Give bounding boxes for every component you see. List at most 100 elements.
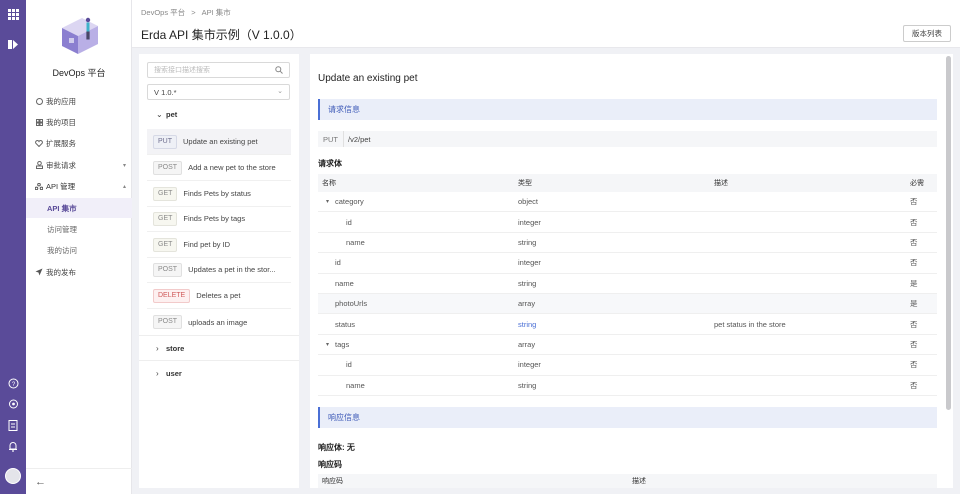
- path-text: /v2/pet: [348, 134, 371, 144]
- version-select[interactable]: V 1.0.* ⌄: [147, 84, 290, 100]
- api-item[interactable]: GET Find pet by ID: [147, 232, 291, 258]
- sidebar-item-my-releases[interactable]: 我的发布: [26, 262, 132, 282]
- field-name: name: [346, 237, 365, 247]
- sidebar-item-label: 访问管理: [47, 224, 77, 234]
- field-required: 否: [910, 197, 918, 207]
- response-section-header: 响应信息: [318, 407, 937, 428]
- sidebar-item-my-projects[interactable]: 我的项目: [26, 112, 132, 132]
- icon-rail: ?: [0, 0, 26, 494]
- expand-toggle-icon[interactable]: ▾: [326, 341, 329, 348]
- table-row: id integer 否: [318, 253, 937, 274]
- search-icon: [275, 66, 283, 76]
- sidebar-item-label: API 管理: [46, 181, 76, 191]
- column-header: 描述: [632, 478, 646, 485]
- field-required: 否: [910, 360, 918, 370]
- api-icon: [35, 182, 43, 190]
- method-badge: GET: [153, 186, 178, 201]
- collapse-sidebar-button[interactable]: ←: [26, 468, 132, 494]
- table-row: id integer 否: [318, 355, 937, 376]
- field-type: string: [518, 380, 537, 390]
- breadcrumb-item[interactable]: DevOps 平台: [141, 8, 185, 17]
- sidebar: DevOps 平台 我的应用 我的项目 扩展服务 审批请求 ▾ API 管理 ▴…: [26, 0, 132, 494]
- sidebar-item-extension-services[interactable]: 扩展服务: [26, 133, 132, 153]
- help-icon[interactable]: ?: [6, 376, 20, 390]
- sidebar-item-api-management[interactable]: API 管理 ▴: [26, 176, 132, 196]
- sidebar-subitem-access-management[interactable]: 访问管理: [26, 219, 132, 239]
- breadcrumb: DevOps 平台 > API 集市: [141, 7, 231, 18]
- method-badge: DELETE: [153, 288, 191, 303]
- api-desc: Find pet by ID: [183, 240, 231, 249]
- platform-title: DevOps 平台: [52, 68, 106, 78]
- sidebar-subitem-api-market[interactable]: API 集市: [26, 198, 132, 218]
- chevron-right-icon: ›: [156, 343, 159, 353]
- table-header: 名称 类型 描述 必需: [318, 174, 937, 192]
- version-list-button[interactable]: 版本列表: [903, 25, 951, 42]
- column-header: 类型: [518, 180, 532, 187]
- chevron-down-icon: ▾: [122, 162, 126, 169]
- arrow-left-icon: ←: [35, 475, 46, 488]
- svg-text:?: ?: [11, 382, 15, 388]
- field-required: 是: [910, 299, 918, 309]
- api-item[interactable]: POST uploads an image: [147, 309, 291, 335]
- api-item[interactable]: DELETE Deletes a pet: [147, 283, 291, 309]
- api-item[interactable]: PUT Update an existing pet: [147, 129, 291, 155]
- sidebar-item-label: API 集市: [47, 203, 77, 213]
- group-label: pet: [166, 110, 178, 119]
- table-row: name string 是: [318, 274, 937, 294]
- request-path: PUT /v2/pet: [318, 131, 937, 147]
- field-type-link[interactable]: string: [518, 314, 536, 333]
- grid-icon[interactable]: [6, 7, 20, 21]
- group-store[interactable]: › store: [139, 335, 299, 360]
- group-user[interactable]: › user: [139, 360, 299, 385]
- api-item[interactable]: GET Finds Pets by status: [147, 181, 291, 207]
- request-section-header: 请求信息: [318, 99, 937, 120]
- sidebar-item-label: 我的访问: [47, 245, 77, 255]
- response-code-label: 响应码: [318, 460, 342, 469]
- location-icon[interactable]: [6, 397, 20, 411]
- field-required: 否: [910, 258, 918, 268]
- search-placeholder: 搜索接口描述搜索: [154, 67, 210, 74]
- brand-icon[interactable]: [6, 37, 20, 51]
- doc-icon[interactable]: [6, 418, 20, 432]
- sidebar-item-label: 我的发布: [46, 267, 76, 277]
- method-badge: GET: [153, 237, 178, 252]
- method-badge: GET: [153, 211, 178, 226]
- field-required: 否: [910, 319, 918, 329]
- page-header: DevOps 平台 > API 集市 Erda API 集市示例（V 1.0.0） …: [132, 0, 960, 48]
- project-icon: [35, 118, 43, 126]
- api-desc: Update an existing pet: [183, 137, 258, 146]
- api-desc: Finds Pets by tags: [183, 214, 246, 223]
- field-required: 是: [910, 278, 918, 288]
- sidebar-item-label: 我的应用: [46, 96, 76, 106]
- version-value: V 1.0.*: [154, 87, 177, 97]
- field-type: array: [518, 339, 536, 349]
- scrollbar-thumb[interactable]: [946, 56, 951, 410]
- field-name: photoUrls: [335, 299, 368, 309]
- column-header: 描述: [714, 180, 728, 187]
- sidebar-item-my-apps[interactable]: 我的应用: [26, 91, 132, 111]
- table-row: name string 否: [318, 233, 937, 254]
- group-pet[interactable]: ⌄ pet: [139, 102, 299, 127]
- column-header: 响应码: [322, 478, 343, 485]
- approval-icon: [35, 161, 43, 169]
- sidebar-item-approval-requests[interactable]: 审批请求 ▾: [26, 155, 132, 175]
- avatar[interactable]: [5, 468, 21, 484]
- api-item[interactable]: POST Add a new pet to the store: [147, 155, 291, 181]
- method-badge: POST: [153, 262, 183, 277]
- detail-scrollbar[interactable]: [943, 54, 953, 488]
- bell-icon[interactable]: [6, 439, 20, 453]
- api-item[interactable]: GET Finds Pets by tags: [147, 206, 291, 232]
- table-row: photoUrls array 是: [318, 294, 937, 315]
- sidebar-subitem-my-access[interactable]: 我的访问: [26, 240, 132, 260]
- api-item[interactable]: POST Updates a pet in the stor...: [147, 257, 291, 283]
- app-icon: [35, 97, 43, 105]
- field-name: id: [346, 360, 352, 370]
- field-desc: pet status in the store: [714, 319, 786, 329]
- search-input[interactable]: 搜索接口描述搜索: [147, 62, 290, 78]
- group-label: store: [166, 343, 185, 353]
- expand-toggle-icon[interactable]: ▾: [326, 198, 329, 205]
- chevron-down-icon: ⌄: [277, 88, 283, 95]
- field-name: name: [335, 278, 354, 288]
- table-row: ▾ tags array 否: [318, 335, 937, 356]
- sidebar-item-label: 扩展服务: [46, 138, 76, 148]
